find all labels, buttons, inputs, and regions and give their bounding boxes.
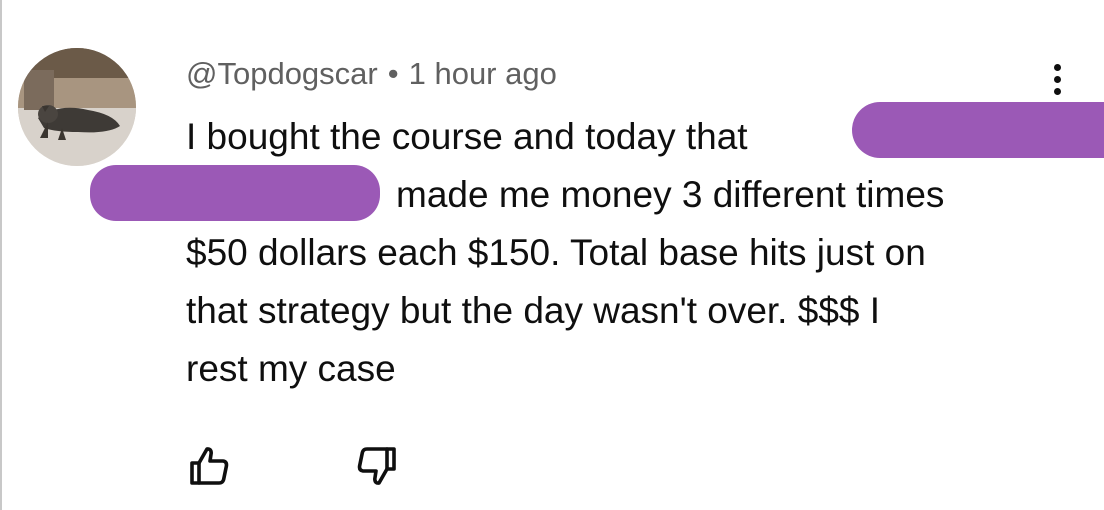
more-vertical-icon-dot <box>1053 88 1061 95</box>
comment-line: that strategy but the day wasn't over. $… <box>186 290 881 331</box>
dog-photo-icon <box>18 48 136 166</box>
redaction-block <box>90 165 380 221</box>
like-button[interactable] <box>186 442 234 490</box>
more-vertical-icon-dot <box>1053 76 1061 83</box>
comment-line: rest my case <box>186 348 396 389</box>
more-options-button[interactable] <box>1048 64 1066 104</box>
comment-line: $50 dollars each $150. Total base hits j… <box>186 232 926 273</box>
comment-timestamp[interactable]: 1 hour ago <box>409 56 557 91</box>
avatar[interactable] <box>18 48 136 166</box>
separator-dot: • <box>387 56 399 91</box>
more-vertical-icon <box>1053 64 1061 71</box>
thumbs-down-icon <box>357 447 396 485</box>
author-name[interactable]: @Topdogscar <box>186 56 378 91</box>
dislike-button[interactable] <box>352 442 400 490</box>
comment-header: @Topdogscar • 1 hour ago <box>186 56 557 92</box>
comment-item: @Topdogscar • 1 hour ago I bought the cour… <box>0 0 1104 510</box>
thumbs-up-icon <box>190 447 229 485</box>
redaction-block <box>852 102 1104 158</box>
